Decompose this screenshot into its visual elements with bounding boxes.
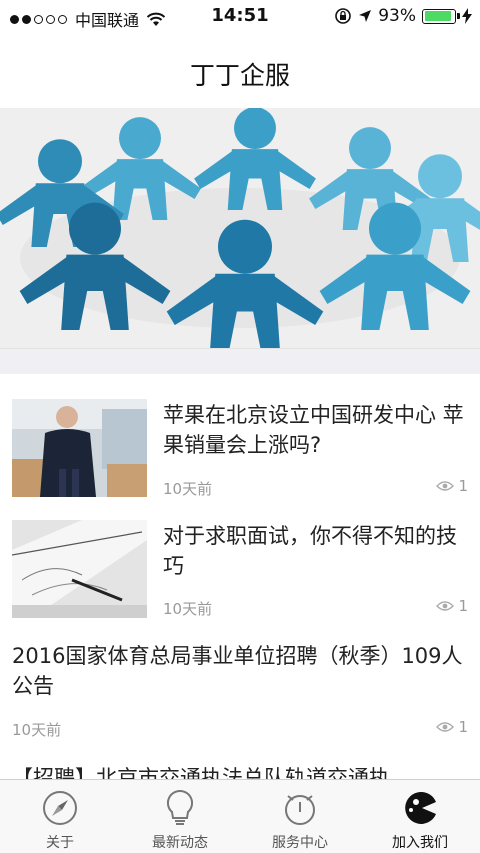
view-count: 1 (436, 477, 468, 495)
orientation-lock-icon (335, 8, 352, 24)
charging-bolt-icon (462, 8, 472, 24)
status-bar: 中国联通 14:51 93% (0, 0, 480, 32)
tab-about[interactable]: 关于 (0, 780, 120, 853)
location-arrow-icon (359, 10, 372, 22)
article-title: 苹果在北京设立中国研发中心 苹果销量会上涨吗? (163, 403, 464, 457)
article-time: 10天前 (163, 480, 213, 498)
banner-image[interactable] (0, 108, 480, 348)
article-title: 对于求职面试，你不得不知的技巧 (163, 524, 457, 578)
tab-service[interactable]: 服务中心 (240, 780, 360, 853)
view-count: 1 (436, 597, 468, 615)
article-time: 10天前 (12, 721, 62, 739)
eye-icon (436, 601, 455, 611)
battery-percent: 93% (378, 6, 416, 26)
article-title: 2016国家体育总局事业单位招聘（秋季）109人公告 (12, 644, 463, 698)
tab-bar: 关于 最新动态 服务中心 加入我们 (0, 779, 480, 853)
list-item[interactable]: 苹果在北京设立中国研发中心 苹果销量会上涨吗? 10天前 1 (0, 374, 480, 509)
tab-label: 关于 (46, 835, 74, 851)
section-divider (0, 348, 480, 375)
tab-label: 加入我们 (392, 835, 448, 851)
eye-icon (436, 481, 455, 491)
tab-label: 服务中心 (272, 835, 328, 851)
nav-bar: 丁丁企服 (0, 32, 480, 108)
tab-join[interactable]: 加入我们 (360, 780, 480, 853)
eye-icon (436, 722, 455, 732)
tab-label: 最新动态 (152, 835, 208, 851)
page-title: 丁丁企服 (189, 61, 290, 90)
view-count: 1 (436, 718, 468, 736)
tim-cook-photo (12, 399, 147, 497)
article-thumbnail (12, 520, 147, 618)
people-circle-image (0, 108, 480, 348)
compass-icon (43, 791, 77, 825)
tab-news[interactable]: 最新动态 (120, 780, 240, 853)
article-time: 10天前 (163, 600, 213, 618)
clock-icon (285, 795, 315, 825)
pacman-icon (405, 791, 436, 824)
article-thumbnail (12, 399, 147, 497)
list-item[interactable]: 对于求职面试，你不得不知的技巧 10天前 1 (0, 508, 480, 630)
battery-icon (422, 8, 460, 24)
lightbulb-icon (166, 789, 194, 825)
list-item[interactable]: 2016国家体育总局事业单位招聘（秋季）109人公告 10天前 1 (0, 629, 480, 752)
sketch-notebook-photo (12, 520, 147, 618)
